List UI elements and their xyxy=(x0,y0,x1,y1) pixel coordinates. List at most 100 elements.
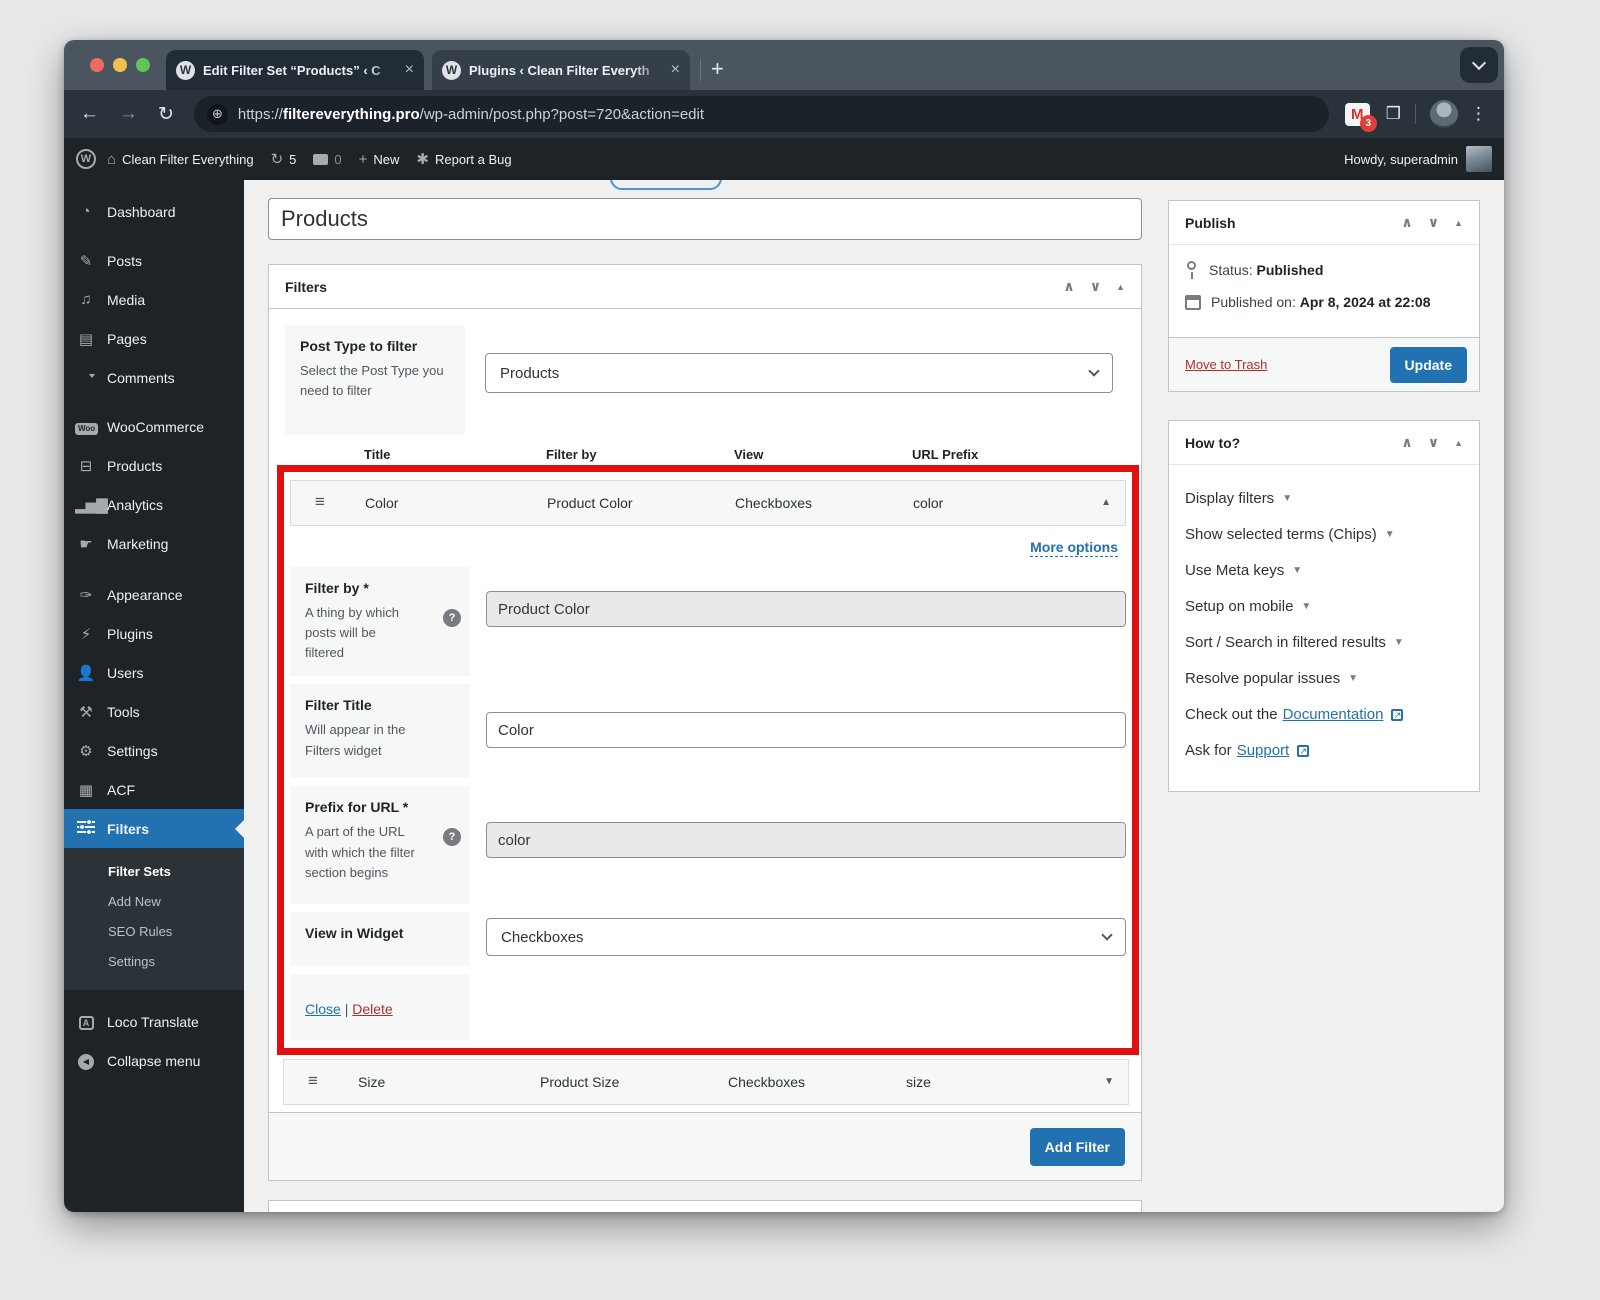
collapse-row-icon[interactable]: ▲ xyxy=(1101,497,1111,508)
sidebar-item-settings[interactable]: ⚙ Settings xyxy=(64,731,244,770)
howto-item-show-chips[interactable]: Show selected terms (Chips) ▼ xyxy=(1185,526,1463,543)
sidebar-item-posts[interactable]: ✎ Posts xyxy=(64,241,244,280)
field-view-in-widget: View in Widget Checkboxes xyxy=(290,912,1126,967)
move-down-icon[interactable]: ∨ xyxy=(1090,278,1101,295)
field-filter-by: Filter by * A thing by which posts will … xyxy=(290,567,1126,677)
sidebar-item-tools[interactable]: ⚒ Tools xyxy=(64,692,244,731)
close-tab-icon[interactable]: × xyxy=(405,61,414,79)
maximize-window-button[interactable] xyxy=(136,58,150,72)
extensions-icon[interactable]: ❒ xyxy=(1386,104,1401,124)
drag-handle-icon[interactable]: ≡ xyxy=(308,1071,318,1091)
sidebar-item-products[interactable]: ⊟ Products xyxy=(64,446,244,485)
browser-menu-icon[interactable]: ⋮ xyxy=(1470,104,1488,124)
adminbar-site-name[interactable]: ⌂ Clean Filter Everything xyxy=(107,151,254,168)
url-prefix-input[interactable] xyxy=(486,822,1126,859)
url-prefix-label-box: Prefix for URL * A part of the URL with … xyxy=(290,786,470,905)
address-bar[interactable]: ⊕ https://filtereverything.pro/wp-admin/… xyxy=(193,96,1329,132)
sidebar-item-users[interactable]: 👤 Users xyxy=(64,653,244,692)
field-filter-title: Filter Title Will appear in the Filters … xyxy=(290,684,1126,779)
sidebar-item-acf[interactable]: ▦ ACF xyxy=(64,770,244,809)
move-down-icon[interactable]: ∨ xyxy=(1428,434,1439,451)
row-view: Checkboxes xyxy=(728,1074,806,1090)
submenu-settings[interactable]: Settings xyxy=(64,947,244,977)
move-up-icon[interactable]: ∧ xyxy=(1063,278,1074,295)
howto-item-sort-search[interactable]: Sort / Search in filtered results ▼ xyxy=(1185,634,1463,651)
close-window-button[interactable] xyxy=(90,58,104,72)
sidebar-item-comments[interactable]: Comments xyxy=(64,358,244,397)
publish-header[interactable]: Publish ∧ ∨ ▲ xyxy=(1169,201,1479,245)
howto-item-meta-keys[interactable]: Use Meta keys ▼ xyxy=(1185,562,1463,579)
sidebar-item-collapse-menu[interactable]: ◀ Collapse menu xyxy=(64,1041,244,1080)
user-avatar[interactable] xyxy=(1466,146,1492,172)
gmail-extension-icon[interactable]: M 3 xyxy=(1344,102,1377,132)
filter-row-size[interactable]: ≡ Size Product Size Checkboxes size ▼ xyxy=(283,1059,1129,1105)
browser-profile-avatar[interactable] xyxy=(1430,100,1458,128)
update-button[interactable]: Update xyxy=(1389,346,1467,383)
howto-item-setup-mobile[interactable]: Setup on mobile ▼ xyxy=(1185,598,1463,615)
post-title-input[interactable] xyxy=(268,198,1142,240)
new-tab-button[interactable]: + xyxy=(711,56,724,82)
submenu-add-new[interactable]: Add New xyxy=(64,887,244,917)
move-to-trash-link[interactable]: Move to Trash xyxy=(1185,357,1267,372)
sidebar-item-plugins[interactable]: ⚡ Plugins xyxy=(64,614,244,653)
sidebar-item-marketing[interactable]: ☛ Marketing xyxy=(64,524,244,563)
add-filter-button[interactable]: Add Filter xyxy=(1029,1128,1125,1166)
howto-title: How to? xyxy=(1185,434,1241,451)
close-link[interactable]: Close xyxy=(305,1001,341,1017)
adminbar-new[interactable]: + New xyxy=(359,151,400,168)
howto-item-resolve-issues[interactable]: Resolve popular issues ▼ xyxy=(1185,670,1463,687)
howto-header[interactable]: How to? ∧ ∨ ▲ xyxy=(1169,421,1479,465)
drag-handle-icon[interactable]: ≡ xyxy=(315,492,325,512)
sidebar-item-filters[interactable]: Filters xyxy=(64,809,244,848)
marketing-icon: ☛ xyxy=(79,535,93,553)
sidebar-item-dashboard[interactable]: ◔ Dashboard xyxy=(64,192,244,231)
sidebar-item-woocommerce[interactable]: Woo WooCommerce xyxy=(64,407,244,446)
tab-edit-filter-set[interactable]: W Edit Filter Set “Products” ‹ C × xyxy=(166,50,424,90)
post-type-select[interactable]: Products xyxy=(485,353,1113,393)
howdy-label[interactable]: Howdy, superadmin xyxy=(1344,152,1458,167)
filters-metabox-header[interactable]: Filters ∧ ∨ ▲ xyxy=(269,265,1141,309)
collapse-panel-icon[interactable]: ▲ xyxy=(1116,282,1125,292)
tab-search-button[interactable] xyxy=(1460,47,1498,83)
delete-link[interactable]: Delete xyxy=(352,1001,392,1017)
expand-row-icon[interactable]: ▼ xyxy=(1104,1076,1114,1087)
filter-title-label: Filter Title xyxy=(305,697,372,714)
wordpress-logo-icon[interactable]: W xyxy=(76,149,96,169)
move-up-icon[interactable]: ∧ xyxy=(1401,434,1412,451)
move-up-icon[interactable]: ∧ xyxy=(1401,214,1412,231)
collapse-panel-icon[interactable]: ▲ xyxy=(1454,218,1463,228)
adminbar-report-bug[interactable]: ✱ Report a Bug xyxy=(416,150,511,168)
help-icon[interactable]: ? xyxy=(443,609,461,627)
view-in-widget-select[interactable]: Checkboxes xyxy=(486,918,1126,957)
minimize-window-button[interactable] xyxy=(113,58,127,72)
tab-plugins[interactable]: W Plugins ‹ Clean Filter Everyth × xyxy=(432,50,690,90)
close-tab-icon[interactable]: × xyxy=(671,61,680,79)
filter-row-color[interactable]: ≡ Color Product Color Checkboxes color ▲ xyxy=(290,480,1126,526)
sidebar-item-loco-translate[interactable]: A Loco Translate xyxy=(64,1002,244,1041)
filter-title-input[interactable] xyxy=(486,712,1126,749)
forward-button[interactable]: → xyxy=(119,103,138,125)
sidebar-item-analytics[interactable]: ▂▅▇ Analytics xyxy=(64,485,244,524)
caret-down-icon: ▼ xyxy=(1301,601,1312,612)
sidebar-item-media[interactable]: ♫ Media xyxy=(64,280,244,319)
move-down-icon[interactable]: ∨ xyxy=(1428,214,1439,231)
submenu-filter-sets[interactable]: Filter Sets xyxy=(64,857,244,887)
adminbar-updates[interactable]: ↻ 5 xyxy=(271,150,297,168)
collapse-panel-icon[interactable]: ▲ xyxy=(1454,438,1463,448)
site-info-icon[interactable]: ⊕ xyxy=(206,103,228,125)
sidebar-item-pages[interactable]: ▤ Pages xyxy=(64,319,244,358)
adminbar-comments[interactable]: 0 xyxy=(313,152,342,167)
submenu-seo-rules[interactable]: SEO Rules xyxy=(64,917,244,947)
reload-button[interactable]: ↻ xyxy=(158,103,174,126)
view-in-widget-label: View in Widget xyxy=(305,925,404,942)
documentation-link[interactable]: Documentation xyxy=(1283,706,1384,723)
support-link[interactable]: Support xyxy=(1237,742,1290,759)
help-icon[interactable]: ? xyxy=(443,828,461,847)
filter-by-input[interactable] xyxy=(486,591,1126,627)
back-button[interactable]: ← xyxy=(80,103,99,125)
status-value: Published xyxy=(1256,261,1324,278)
more-options-link[interactable]: More options xyxy=(1030,539,1118,557)
window-controls[interactable] xyxy=(90,58,150,72)
sidebar-item-appearance[interactable]: ✑ Appearance xyxy=(64,575,244,614)
howto-item-display-filters[interactable]: Display filters ▼ xyxy=(1185,490,1463,507)
